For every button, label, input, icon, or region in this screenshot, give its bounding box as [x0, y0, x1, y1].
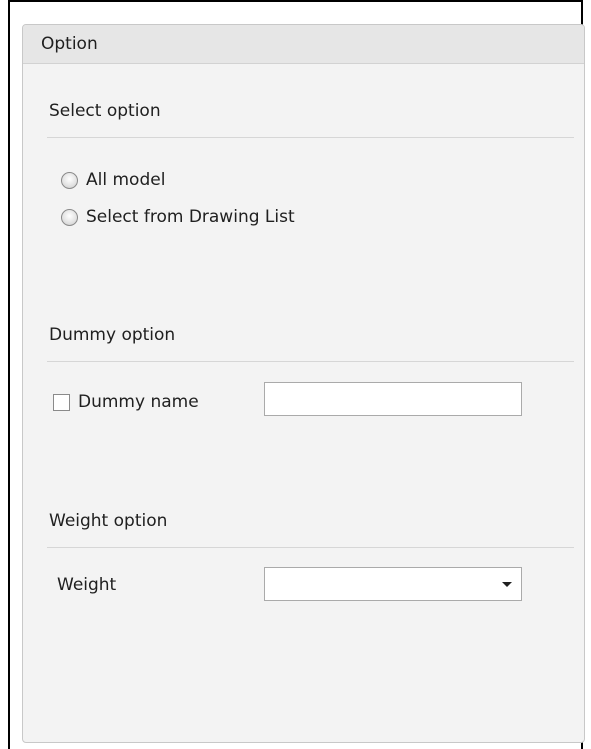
dummy-option-separator	[47, 361, 574, 362]
weight-label: Weight	[57, 575, 117, 595]
dummy-option-title: Dummy option	[49, 325, 176, 345]
select-option-title: Select option	[49, 101, 161, 121]
dummy-name-input[interactable]	[264, 382, 522, 416]
option-group-box: Option Select option All model Select fr…	[22, 24, 585, 743]
dummy-name-label: Dummy name	[78, 392, 199, 412]
chevron-down-icon[interactable]	[502, 582, 512, 587]
weight-dropdown[interactable]	[264, 567, 522, 601]
dummy-name-checkbox-row[interactable]: Dummy name	[53, 390, 199, 414]
radio-all-model-label: All model	[86, 170, 166, 190]
dummy-name-checkbox[interactable]	[53, 393, 70, 411]
option-group-title: Option	[41, 34, 98, 54]
weight-option-title: Weight option	[49, 511, 168, 531]
weight-option-separator	[47, 547, 574, 548]
radio-select-from-drawing-list-label: Select from Drawing List	[86, 207, 295, 227]
radio-select-from-drawing-list[interactable]: Select from Drawing List	[61, 205, 295, 229]
radio-select-from-drawing-list-circle[interactable]	[61, 208, 78, 226]
option-group-header: Option	[23, 25, 584, 64]
radio-all-model-circle[interactable]	[61, 171, 78, 189]
radio-all-model[interactable]: All model	[61, 168, 165, 192]
select-option-separator	[47, 137, 574, 138]
